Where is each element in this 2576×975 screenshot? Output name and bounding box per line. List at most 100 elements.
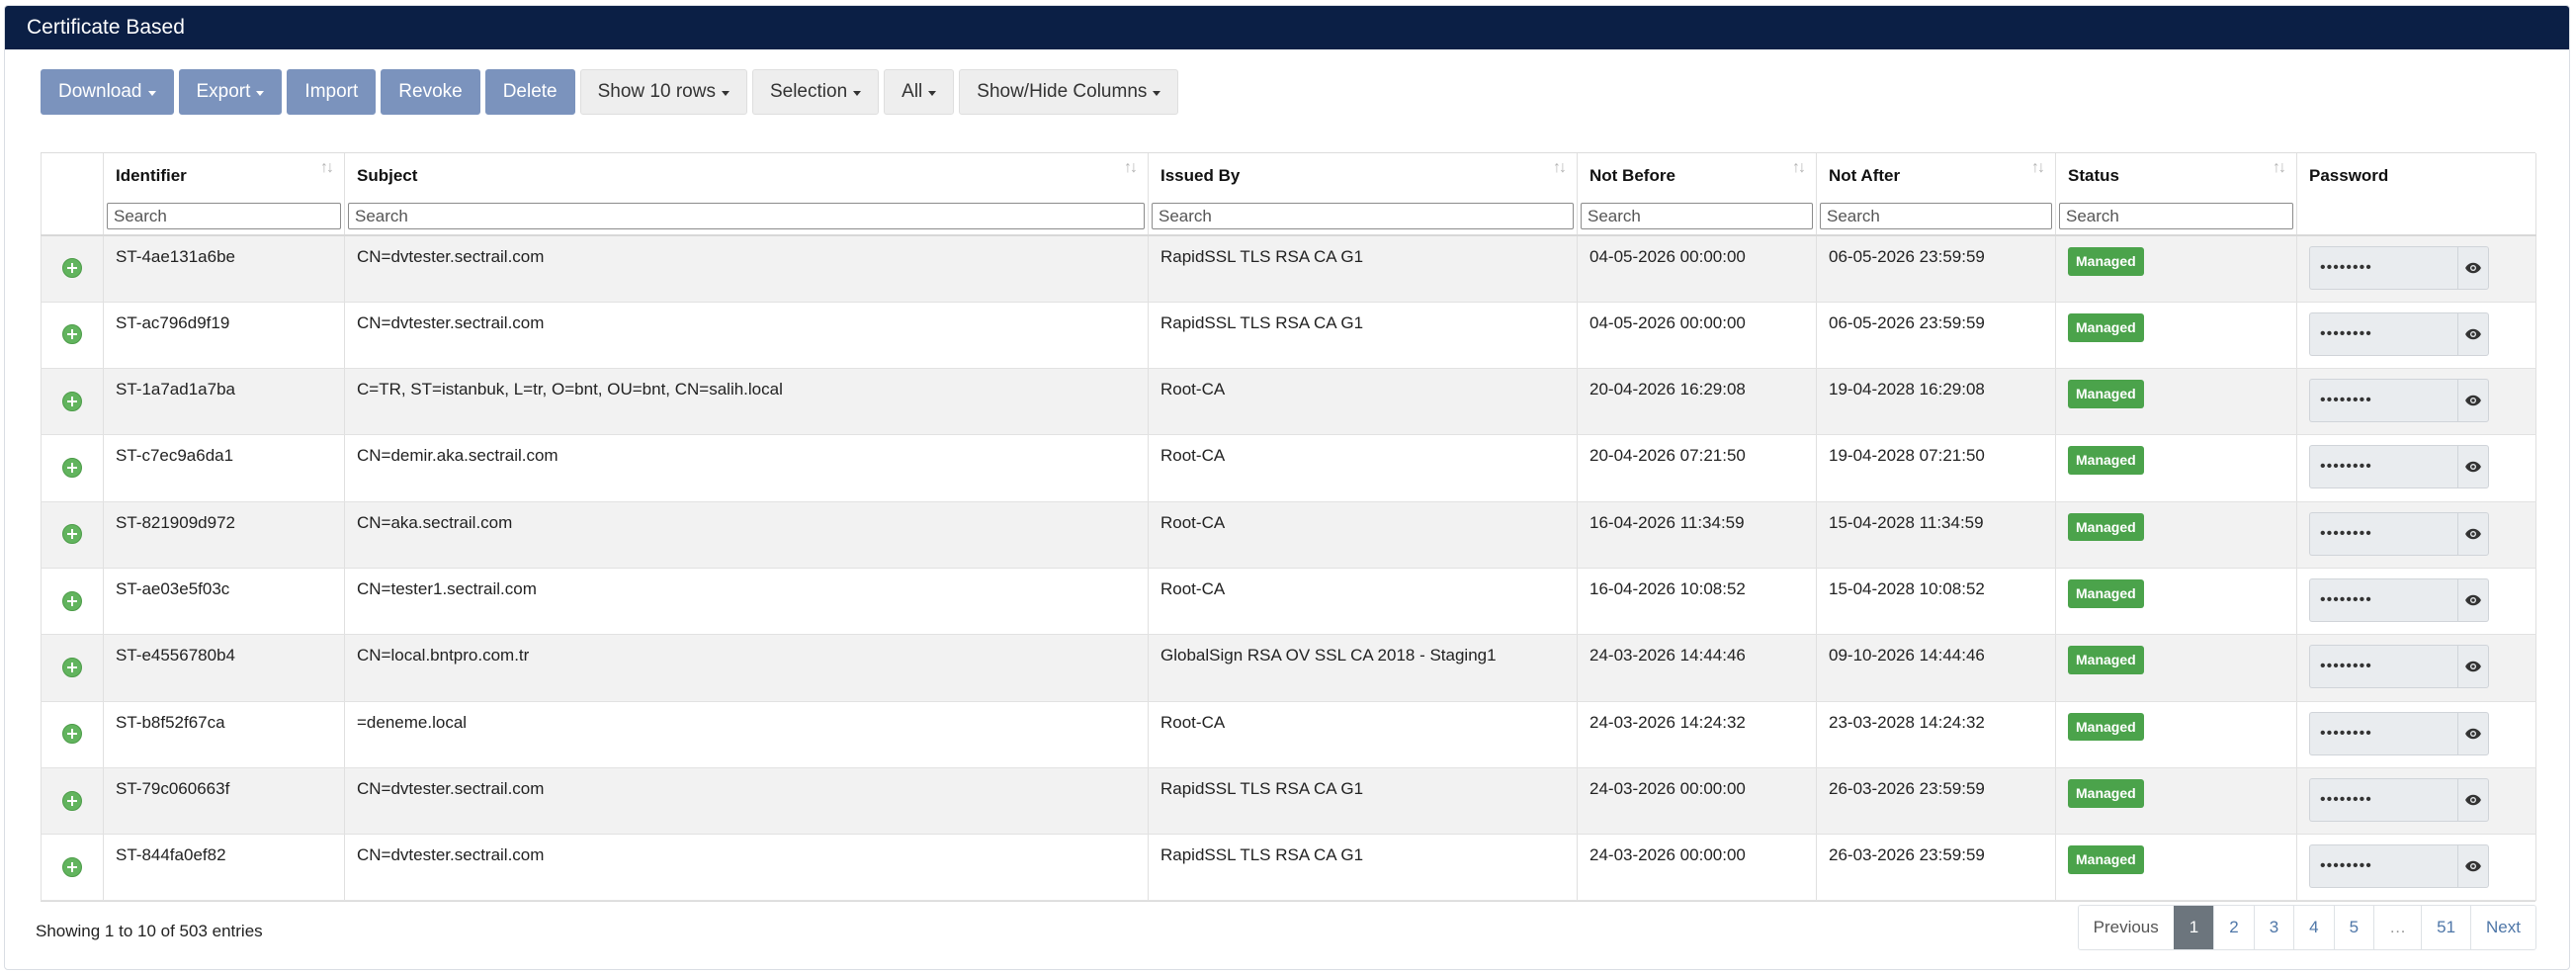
- cell-password: [2296, 634, 2536, 702]
- page-5-button[interactable]: 5: [2333, 906, 2374, 949]
- sort-icon[interactable]: ↑↓: [2273, 159, 2286, 177]
- cell-identifier: ST-c7ec9a6da1: [103, 434, 345, 502]
- plus-circle-icon[interactable]: [62, 458, 82, 479]
- sort-icon[interactable]: ↑↓: [1553, 159, 1567, 177]
- password-field[interactable]: [2309, 645, 2457, 689]
- password-group: [2309, 777, 2524, 822]
- page-1-button[interactable]: 1: [2173, 906, 2214, 949]
- next-page-button[interactable]: Next: [2470, 906, 2535, 949]
- show-password-button[interactable]: [2457, 511, 2489, 556]
- revoke-button[interactable]: Revoke: [381, 69, 480, 115]
- show-password-button[interactable]: [2457, 844, 2489, 889]
- column-header-identifier[interactable]: Identifier ↑↓: [103, 153, 345, 198]
- search-input-not-after[interactable]: [1820, 203, 2052, 229]
- plus-circle-icon[interactable]: [62, 724, 82, 745]
- import-button[interactable]: Import: [287, 69, 377, 115]
- show-10-rows-button[interactable]: Show 10 rows: [579, 69, 747, 115]
- page-51-button[interactable]: 51: [2421, 906, 2471, 949]
- plus-circle-icon[interactable]: [62, 258, 82, 279]
- show-password-button[interactable]: [2457, 577, 2489, 622]
- selection-button[interactable]: Selection: [751, 69, 880, 115]
- password-field[interactable]: [2309, 311, 2457, 356]
- plus-circle-icon[interactable]: [62, 657, 82, 677]
- column-header-issued-by[interactable]: Issued By ↑↓: [1148, 153, 1578, 198]
- page-3-button[interactable]: 3: [2253, 906, 2294, 949]
- password-field[interactable]: [2309, 777, 2457, 822]
- password-field[interactable]: [2309, 511, 2457, 556]
- table-row[interactable]: ST-844fa0ef82 CN=dvtester.sectrail.com Rap…: [41, 834, 2536, 902]
- cell-password: [2296, 701, 2536, 768]
- sort-icon[interactable]: ↑↓: [1792, 159, 1806, 177]
- cell-subject: CN=dvtester.sectrail.com: [344, 302, 1149, 370]
- show-password-button[interactable]: [2457, 445, 2489, 489]
- cell-issued-by: Root-CA: [1148, 568, 1578, 636]
- show-password-button[interactable]: [2457, 711, 2489, 755]
- search-input-identifier[interactable]: [107, 203, 341, 229]
- cell-not-before: 04-05-2026 00:00:00: [1577, 235, 1817, 303]
- download-button[interactable]: Download: [41, 69, 174, 115]
- search-input-issued-by[interactable]: [1152, 203, 1574, 229]
- plus-circle-icon[interactable]: [62, 590, 82, 611]
- cell-issued-by: Root-CA: [1148, 368, 1578, 436]
- sort-icon[interactable]: ↑↓: [320, 159, 334, 177]
- page-4-button[interactable]: 4: [2293, 906, 2334, 949]
- search-cell: [1148, 198, 1578, 236]
- show-hide-columns-button[interactable]: Show/Hide Columns: [959, 69, 1179, 115]
- cell-not-before: 24-03-2026 14:24:32: [1577, 701, 1817, 768]
- table-row[interactable]: ST-ae03e5f03c CN=tester1.sectrail.com Root…: [41, 568, 2536, 636]
- show-password-button[interactable]: [2457, 777, 2489, 822]
- import-button-label: Import: [304, 81, 359, 102]
- search-input-not-before[interactable]: [1581, 203, 1813, 229]
- status-badge: Managed: [2068, 578, 2144, 608]
- table-row[interactable]: ST-ac796d9f19 CN=dvtester.sectrail.com Rap…: [41, 302, 2536, 370]
- plus-circle-icon[interactable]: [62, 324, 82, 345]
- cell-subject: =deneme.local: [344, 701, 1149, 768]
- plus-circle-icon[interactable]: [62, 790, 82, 811]
- password-field[interactable]: [2309, 577, 2457, 622]
- show-password-button[interactable]: [2457, 246, 2489, 290]
- page-2-button[interactable]: 2: [2213, 906, 2254, 949]
- certificate-panel: Certificate Based Download Export Import Re…: [4, 5, 2570, 970]
- sort-icon[interactable]: ↑↓: [1124, 159, 1138, 177]
- column-search-row: [41, 198, 2536, 236]
- password-field[interactable]: [2309, 844, 2457, 889]
- search-cell: [2055, 198, 2297, 236]
- show-password-button[interactable]: [2457, 379, 2489, 423]
- table-row[interactable]: ST-4ae131a6be CN=dvtester.sectrail.com Rap…: [41, 235, 2536, 303]
- password-field[interactable]: [2309, 246, 2457, 290]
- table-row[interactable]: ST-e4556780b4 CN=local.bntpro.com.tr Globa…: [41, 634, 2536, 702]
- password-field[interactable]: [2309, 379, 2457, 423]
- cell-password: [2296, 834, 2536, 902]
- delete-button[interactable]: Delete: [484, 69, 575, 115]
- column-header-not-after[interactable]: Not After ↑↓: [1816, 153, 2056, 198]
- show-password-button[interactable]: [2457, 645, 2489, 689]
- previous-page-button[interactable]: Previous: [2078, 906, 2174, 949]
- table-row[interactable]: ST-79c060663f CN=dvtester.sectrail.com Rap…: [41, 767, 2536, 836]
- table-row[interactable]: ST-821909d972 CN=aka.sectrail.com Root-CA 1…: [41, 501, 2536, 569]
- password-field[interactable]: [2309, 445, 2457, 489]
- column-header-not-before[interactable]: Not Before ↑↓: [1577, 153, 1817, 198]
- search-cell: [1577, 198, 1817, 236]
- eye-icon: [2464, 259, 2482, 277]
- search-input-status[interactable]: [2059, 203, 2293, 229]
- plus-circle-icon[interactable]: [62, 524, 82, 545]
- column-header-subject[interactable]: Subject ↑↓: [344, 153, 1149, 198]
- column-header-status[interactable]: Status ↑↓: [2055, 153, 2297, 198]
- export-button[interactable]: Export: [178, 69, 283, 115]
- table-row[interactable]: ST-b8f52f67ca =deneme.local Root-CA 24-03-2…: [41, 701, 2536, 768]
- show-password-button[interactable]: [2457, 311, 2489, 356]
- eye-icon: [2464, 325, 2482, 343]
- table-row[interactable]: ST-1a7ad1a7ba C=TR, ST=istanbuk, L=tr, O=…: [41, 368, 2536, 436]
- sort-icon[interactable]: ↑↓: [2031, 159, 2045, 177]
- plus-circle-icon[interactable]: [62, 856, 82, 877]
- password-field[interactable]: [2309, 711, 2457, 755]
- plus-circle-icon[interactable]: [62, 391, 82, 411]
- column-header-label: Status: [2068, 165, 2119, 185]
- cell-password: [2296, 235, 2536, 303]
- search-input-subject[interactable]: [348, 203, 1145, 229]
- eye-icon: [2464, 857, 2482, 875]
- eye-icon: [2464, 392, 2482, 409]
- table-row[interactable]: ST-c7ec9a6da1 CN=demir.aka.sectrail.com Ro…: [41, 434, 2536, 502]
- search-cell: [1816, 198, 2056, 236]
- all-button[interactable]: All: [884, 69, 955, 115]
